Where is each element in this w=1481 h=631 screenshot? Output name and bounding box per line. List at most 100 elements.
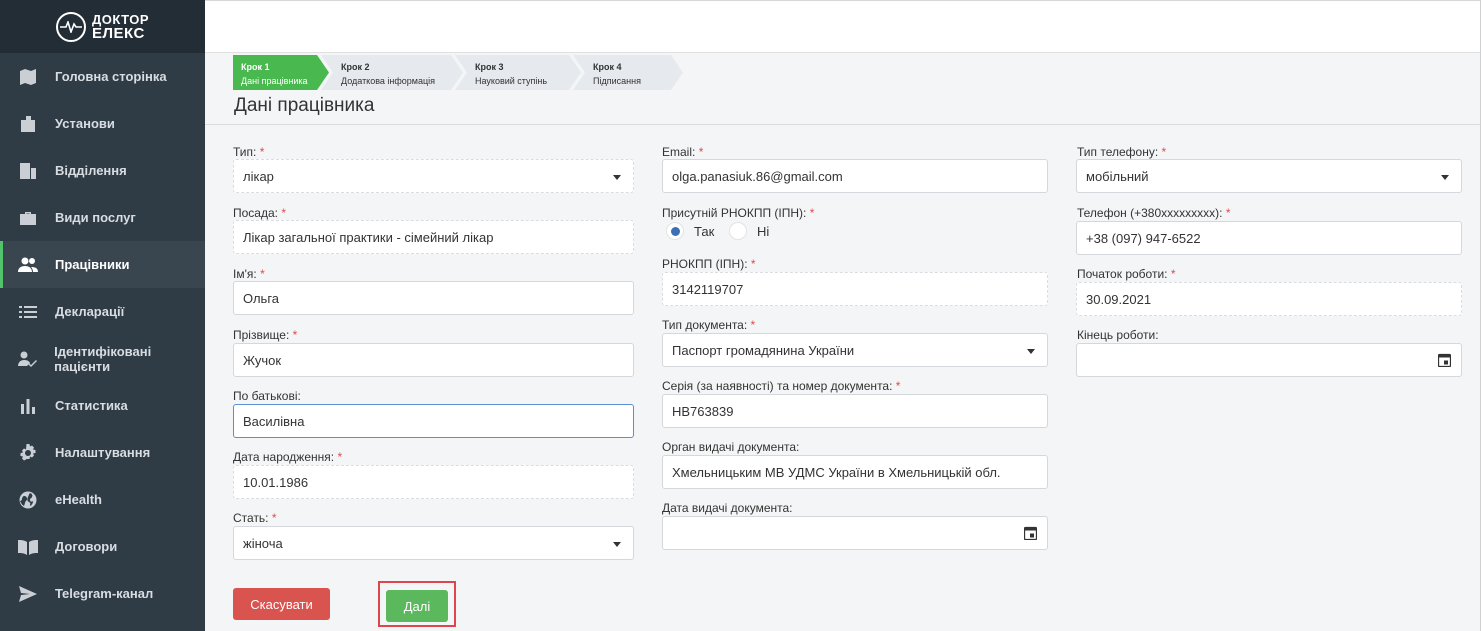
sidebar-item-ehealth[interactable]: eHealth xyxy=(0,476,205,523)
list-icon xyxy=(16,302,40,322)
sidebar-item-label: Статистика xyxy=(55,398,128,413)
first-name-label-text: Ім'я: xyxy=(233,267,257,281)
sidebar-item-statistics[interactable]: Статистика xyxy=(0,382,205,429)
required-mark: * xyxy=(809,206,815,220)
calendar-icon[interactable] xyxy=(1438,353,1451,367)
page-title: Дані працівника xyxy=(234,95,375,116)
step-4[interactable]: Крок 4 Підписання xyxy=(573,55,683,90)
doc-type-label-text: Тип документа: xyxy=(662,318,748,332)
type-select[interactable]: лікар xyxy=(233,159,634,193)
radio-no[interactable] xyxy=(729,222,747,240)
rnokpp-label-text: РНОКПП (ІПН): xyxy=(662,257,748,271)
required-mark: * xyxy=(750,318,756,332)
sidebar-item-home[interactable]: Головна сторінка xyxy=(0,53,205,100)
globe-icon xyxy=(16,490,40,510)
end-date-input[interactable] xyxy=(1076,343,1462,377)
next-button[interactable]: Далі xyxy=(386,590,448,622)
rnokpp-radio-yes[interactable]: Так xyxy=(666,222,714,240)
last-name-input[interactable]: Жучок xyxy=(233,343,634,377)
brand-line2: ЕЛЕКС xyxy=(91,24,145,42)
sidebar: ДОКТОР ЕЛЕКС Головна сторінка Установи В… xyxy=(0,0,205,631)
sidebar-item-departments[interactable]: Відділення xyxy=(0,147,205,194)
briefcase-icon xyxy=(16,208,40,228)
logo[interactable]: ДОКТОР ЕЛЕКС xyxy=(0,0,205,53)
rnokpp-input[interactable]: 3142119707 xyxy=(662,272,1048,306)
gear-icon xyxy=(16,443,40,463)
phone-label: Телефон (+380xxxxxxxxx): * xyxy=(1077,206,1231,220)
cancel-button[interactable]: Скасувати xyxy=(233,588,330,620)
step-label: Додаткова інформація xyxy=(341,76,436,86)
sidebar-item-services[interactable]: Види послуг xyxy=(0,194,205,241)
sidebar-item-label: Установи xyxy=(55,116,115,131)
email-input[interactable]: olga.panasiuk.86@gmail.com xyxy=(662,159,1048,193)
sidebar-item-label: Декларації xyxy=(55,304,125,319)
required-mark: * xyxy=(337,450,343,464)
sidebar-item-declarations[interactable]: Декларації xyxy=(0,288,205,335)
sidebar-item-label: Працівники xyxy=(55,257,130,272)
required-mark: * xyxy=(698,145,704,159)
doc-issue-date-input[interactable] xyxy=(662,516,1048,550)
doc-type-select[interactable]: Паспорт громадянина України xyxy=(662,333,1048,367)
email-label-text: Email: xyxy=(662,145,696,159)
doc-issuer-label: Орган видачі документа: xyxy=(662,440,800,454)
sidebar-item-institutions[interactable]: Установи xyxy=(0,100,205,147)
step-label: Дані працівника xyxy=(241,76,308,86)
main-area: Крок 1 Дані працівника Крок 2 Додаткова … xyxy=(205,0,1481,631)
rnokpp-radio-no[interactable]: Ні xyxy=(729,222,769,240)
doc-issue-date-label: Дата видачі документа: xyxy=(662,501,793,515)
sidebar-item-telegram[interactable]: Telegram-канал xyxy=(0,570,205,617)
type-label-text: Тип: xyxy=(233,145,257,159)
sex-select[interactable]: жіноча xyxy=(233,526,634,560)
step-label: Підписання xyxy=(593,76,641,86)
required-mark: * xyxy=(895,379,901,393)
doc-issuer-input[interactable]: Хмельницьким МВ УДМС України в Хмельниць… xyxy=(662,455,1048,489)
step-1[interactable]: Крок 1 Дані працівника xyxy=(233,55,329,90)
logo-pulse-icon xyxy=(55,11,86,42)
phone-input[interactable]: +38 (097) 947-6522 xyxy=(1076,221,1462,255)
email-label: Email: * xyxy=(662,145,703,159)
sidebar-item-employees[interactable]: Працівники xyxy=(0,241,205,288)
doc-number-label: Серія (за наявності) та номер документа:… xyxy=(662,379,900,393)
send-icon xyxy=(16,584,40,604)
last-name-label-text: Прізвище: xyxy=(233,328,290,342)
radio-yes[interactable] xyxy=(666,222,684,240)
sidebar-item-settings[interactable]: Налаштування xyxy=(0,429,205,476)
sidebar-item-contracts[interactable]: Договори xyxy=(0,523,205,570)
patronymic-input[interactable]: Василівна xyxy=(233,404,634,438)
type-label: Тип: * xyxy=(233,145,264,159)
rnokpp-label: РНОКПП (ІПН): * xyxy=(662,257,756,271)
office-icon xyxy=(16,161,40,181)
first-name-label: Ім'я: * xyxy=(233,267,265,281)
required-mark: * xyxy=(1161,145,1167,159)
sex-label: Стать: * xyxy=(233,511,277,525)
position-input[interactable]: Лікар загальної практики - сімейний ліка… xyxy=(233,220,634,254)
position-label: Посада: * xyxy=(233,206,286,220)
phone-type-select[interactable]: мобільний xyxy=(1076,159,1462,193)
sidebar-item-label: Налаштування xyxy=(55,445,151,460)
radio-yes-label: Так xyxy=(694,223,715,239)
map-icon xyxy=(16,67,40,87)
required-mark: * xyxy=(292,328,298,342)
required-mark: * xyxy=(271,511,277,525)
sex-label-text: Стать: xyxy=(233,511,269,525)
step-2[interactable]: Крок 2 Додаткова інформація xyxy=(321,55,463,90)
sidebar-item-label: Головна сторінка xyxy=(55,69,167,84)
start-date-input[interactable]: 30.09.2021 xyxy=(1076,282,1462,316)
first-name-input[interactable]: Ольга xyxy=(233,281,634,315)
doc-number-input[interactable]: НВ763839 xyxy=(662,394,1048,428)
start-date-label-text: Початок роботи: xyxy=(1077,267,1168,281)
radio-no-label: Ні xyxy=(757,223,770,239)
step-3[interactable]: Крок 3 Науковий ступінь xyxy=(455,55,581,90)
birth-date-input[interactable]: 10.01.1986 xyxy=(233,465,634,499)
calendar-icon[interactable] xyxy=(1024,526,1037,540)
patronymic-label: По батькові: xyxy=(233,389,301,403)
rnokpp-present-label-text: Присутній РНОКПП (ІПН): xyxy=(662,206,807,220)
user-check-icon xyxy=(16,349,39,369)
rnokpp-present-label: Присутній РНОКПП (ІПН): * xyxy=(662,206,814,220)
sidebar-item-identified-patients[interactable]: Ідентифіковані пацієнти xyxy=(0,335,205,382)
logo-text: ДОКТОР ЕЛЕКС xyxy=(91,12,149,42)
sidebar-item-label: Договори xyxy=(55,539,118,554)
position-label-text: Посада: xyxy=(233,206,278,220)
sidebar-item-label: Ідентифіковані пацієнти xyxy=(54,343,152,374)
sidebar-item-label: Види послуг xyxy=(55,210,136,225)
